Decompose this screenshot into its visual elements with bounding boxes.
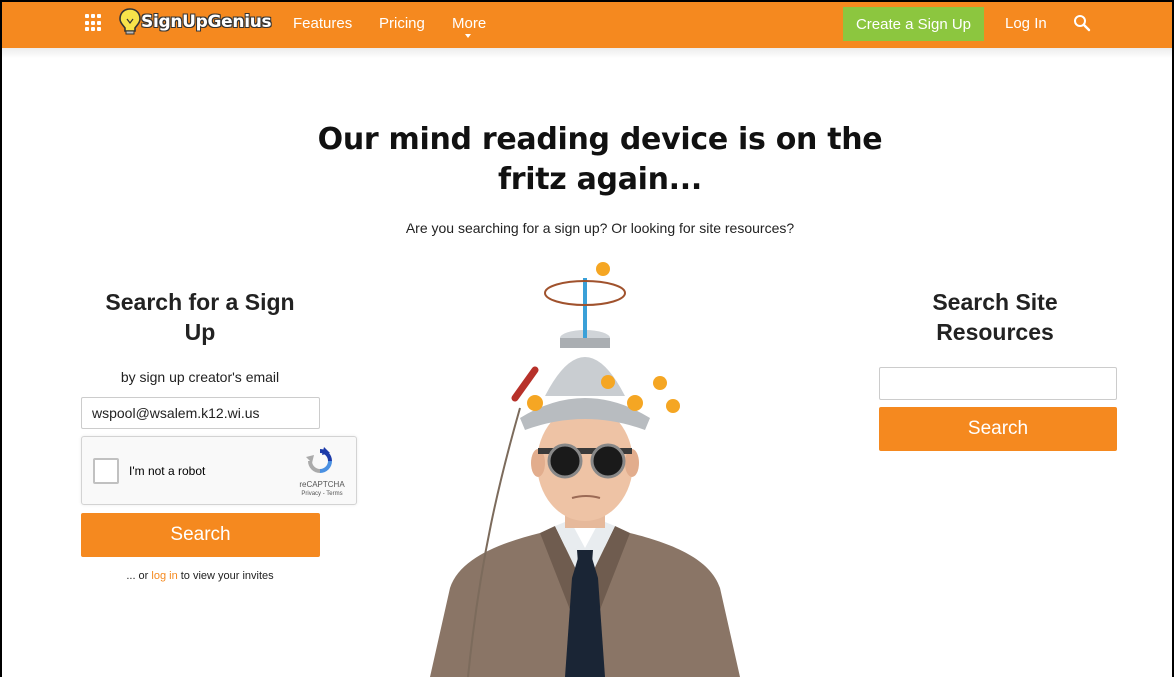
log-in-link[interactable]: log in [151, 570, 177, 582]
search-sign-up-button[interactable]: Search [81, 513, 320, 557]
nav-log-in[interactable]: Log In [1005, 15, 1047, 32]
navbar-shadow [2, 48, 1172, 58]
page-subheading: Are you searching for a sign up? Or look… [405, 220, 795, 236]
lightbulb-icon [119, 8, 141, 35]
search-resources-button[interactable]: Search [879, 407, 1117, 451]
create-sign-up-button[interactable]: Create a Sign Up [843, 7, 984, 41]
resources-search-input[interactable] [879, 367, 1117, 400]
search-sign-up-title: Search for a Sign Up [105, 289, 295, 345]
logo-text: SignUpGenius [141, 12, 272, 32]
apps-grid-icon[interactable] [85, 14, 103, 32]
invite-suffix: to view your invites [177, 570, 274, 582]
recaptcha-brand: reCAPTCHA [299, 480, 345, 489]
search-icon[interactable] [1073, 14, 1091, 32]
recaptcha-widget: I'm not a robot reCAPTCHA Privacy - Term… [81, 436, 357, 505]
recaptcha-icon [306, 447, 332, 473]
page-headline: Our mind reading device is on the fritz … [317, 122, 883, 197]
chevron-down-icon [465, 34, 471, 38]
invite-line: ... or log in to view your invites [81, 570, 319, 582]
nav-more[interactable]: More [452, 15, 486, 32]
creator-email-input[interactable] [81, 397, 320, 429]
recaptcha-label: I'm not a robot [129, 464, 206, 478]
nav-features[interactable]: Features [293, 15, 352, 32]
recaptcha-privacy-terms[interactable]: Privacy - Terms [292, 491, 352, 497]
invite-prefix: ... or [126, 570, 152, 582]
recaptcha-checkbox[interactable] [93, 458, 119, 484]
search-resources-title: Search Site Resources [932, 289, 1058, 345]
site-logo[interactable]: SignUpGenius [117, 6, 272, 38]
nav-pricing[interactable]: Pricing [379, 15, 425, 32]
mind-reading-man-image [430, 262, 740, 677]
creator-email-label: by sign up creator's email [120, 369, 280, 385]
